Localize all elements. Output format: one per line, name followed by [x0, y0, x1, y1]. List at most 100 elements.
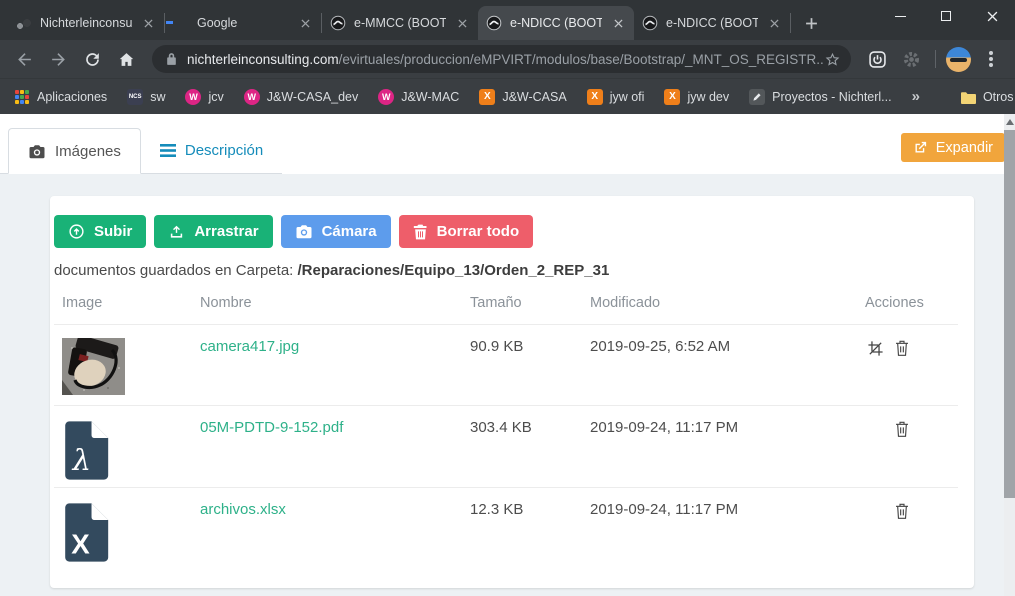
reload-icon[interactable]: [78, 45, 106, 73]
upload-button[interactable]: Subir: [54, 215, 146, 248]
browser-tab-3[interactable]: e-MMCC (BOOTST: [322, 6, 478, 40]
folder-note-prefix: documentos guardados en Carpeta:: [54, 262, 298, 279]
bookmark-jw-casa[interactable]: X J&W-CASA: [479, 89, 566, 105]
bookmark-apps[interactable]: Aplicaciones: [14, 90, 107, 104]
delete-icon[interactable]: [892, 501, 912, 521]
page-header: Imágenes Descripción Expandir: [0, 114, 1015, 174]
pdf-file-icon: λ: [62, 420, 200, 486]
scroll-up-icon[interactable]: [1006, 119, 1014, 125]
lock-icon: [166, 52, 177, 66]
delete-icon[interactable]: [892, 419, 912, 439]
bookmark-label: J&W-CASA: [502, 90, 566, 104]
file-size: 12.3 KB: [470, 501, 590, 518]
table-header-row: Image Nombre Tamaño Modificado Acciones: [54, 295, 958, 324]
other-favorites[interactable]: Otros favoritos: [960, 90, 1015, 104]
bookmark-jyw-dev[interactable]: X jyw dev: [664, 89, 729, 105]
file-thumbnail[interactable]: [62, 338, 200, 400]
globe-favicon: [330, 15, 346, 31]
url-path: /evirtuales/produccion/eMPVIRT/modulos/b…: [339, 52, 824, 67]
tab-close-icon[interactable]: [610, 15, 626, 31]
pencil-icon: [749, 89, 765, 105]
col-header-modificado: Modificado: [590, 295, 865, 311]
bookmark-label: jyw dev: [687, 90, 729, 104]
folder-note: documentos guardados en Carpeta: /Repara…: [54, 262, 958, 279]
browser-window: Nichterleinconsult Google e-MMCC (BOOTST: [0, 0, 1015, 596]
url-bar[interactable]: nichterleinconsulting.com/evirtuales/pro…: [152, 45, 851, 73]
page-scrollbar[interactable]: [1004, 114, 1015, 596]
xampp-icon: X: [587, 89, 603, 105]
tab-title: Nichterleinconsult: [40, 16, 132, 30]
profile-avatar[interactable]: [946, 47, 971, 72]
extension-gear-icon[interactable]: [897, 45, 925, 73]
svg-text:X: X: [71, 528, 90, 559]
bookmark-proyectos[interactable]: Proyectos - Nichterl...: [749, 89, 891, 105]
svg-text:λ: λ: [72, 443, 91, 477]
folder-icon: [960, 90, 976, 104]
delete-all-button[interactable]: Borrar todo: [399, 215, 534, 248]
table-row: camera417.jpg 90.9 KB 2019-09-25, 6:52 A…: [54, 324, 958, 405]
extension-power-icon[interactable]: [863, 45, 891, 73]
file-link[interactable]: archivos.xlsx: [200, 501, 470, 518]
tab-separator: [790, 13, 791, 33]
globe-favicon: [486, 15, 502, 31]
wamp-icon: W: [244, 89, 260, 105]
bookmark-jw-casa-dev[interactable]: W J&W-CASA_dev: [244, 89, 358, 105]
camera-button[interactable]: Cámara: [281, 215, 391, 248]
new-tab-button[interactable]: [797, 9, 825, 37]
tab-close-icon[interactable]: [766, 15, 782, 31]
bookmark-label: J&W-CASA_dev: [267, 90, 358, 104]
menu-dots-icon[interactable]: [977, 45, 1005, 73]
web-page: Imágenes Descripción Expandir: [0, 114, 1015, 596]
url-domain: nichterleinconsulting.com: [187, 52, 339, 67]
browser-tab-2[interactable]: Google: [165, 6, 321, 40]
close-button[interactable]: [969, 0, 1015, 32]
xampp-icon: X: [479, 89, 495, 105]
bookmark-label: Aplicaciones: [37, 90, 107, 104]
tab-close-icon[interactable]: [454, 15, 470, 31]
browser-tab-1[interactable]: Nichterleinconsult: [8, 6, 164, 40]
scrollbar-thumb[interactable]: [1004, 130, 1015, 498]
wamp-icon: W: [378, 89, 394, 105]
home-icon[interactable]: [112, 45, 140, 73]
tab-close-icon[interactable]: [140, 15, 156, 31]
delete-icon[interactable]: [892, 338, 912, 358]
crop-icon[interactable]: [865, 338, 885, 358]
file-link[interactable]: camera417.jpg: [200, 338, 470, 355]
tab-label: Descripción: [185, 142, 263, 159]
wamp-icon: W: [185, 89, 201, 105]
list-icon: [160, 144, 176, 157]
minimize-button[interactable]: [877, 0, 923, 32]
bookmark-label: jcv: [208, 90, 223, 104]
bookmark-jcv[interactable]: W jcv: [185, 89, 223, 105]
browser-tab-5[interactable]: e-NDICC (BOOTST: [634, 6, 790, 40]
col-header-image: Image: [62, 295, 200, 311]
page-nav-tabs: Imágenes Descripción: [0, 127, 282, 174]
forward-icon[interactable]: [44, 45, 72, 73]
drag-button[interactable]: Arrastrar: [154, 215, 272, 248]
camera-icon: [295, 224, 313, 239]
row-actions: [865, 419, 958, 439]
folder-path: /Reparaciones/Equipo_13/Orden_2_REP_31: [298, 262, 610, 279]
tab-close-icon[interactable]: [297, 15, 313, 31]
bookmark-sw[interactable]: NCS sw: [127, 89, 165, 105]
xampp-icon: X: [664, 89, 680, 105]
button-label: Borrar todo: [437, 223, 520, 240]
file-modified: 2019-09-24, 11:17 PM: [590, 501, 865, 518]
col-header-acciones: Acciones: [865, 295, 958, 311]
bookmark-label: sw: [150, 90, 165, 104]
tab-imagenes[interactable]: Imágenes: [8, 128, 141, 174]
file-link[interactable]: 05M-PDTD-9-152.pdf: [200, 419, 470, 436]
apps-grid-icon: [14, 90, 30, 104]
button-label: Subir: [94, 223, 132, 240]
maximize-button[interactable]: [923, 0, 969, 32]
tab-descripcion[interactable]: Descripción: [141, 127, 282, 173]
expand-button[interactable]: Expandir: [901, 133, 1005, 162]
bookmark-jyw-ofi[interactable]: X jyw ofi: [587, 89, 645, 105]
back-icon[interactable]: [10, 45, 38, 73]
browser-tab-4-active[interactable]: e-NDICC (BOOTST: [478, 6, 634, 40]
bookmark-jw-mac[interactable]: W J&W-MAC: [378, 89, 459, 105]
tab-title: e-NDICC (BOOTST: [510, 16, 602, 30]
bookmarks-overflow-icon[interactable]: »: [912, 88, 920, 105]
files-card: Subir Arrastrar Cámara: [50, 196, 974, 588]
bookmark-star-icon[interactable]: [824, 51, 841, 68]
